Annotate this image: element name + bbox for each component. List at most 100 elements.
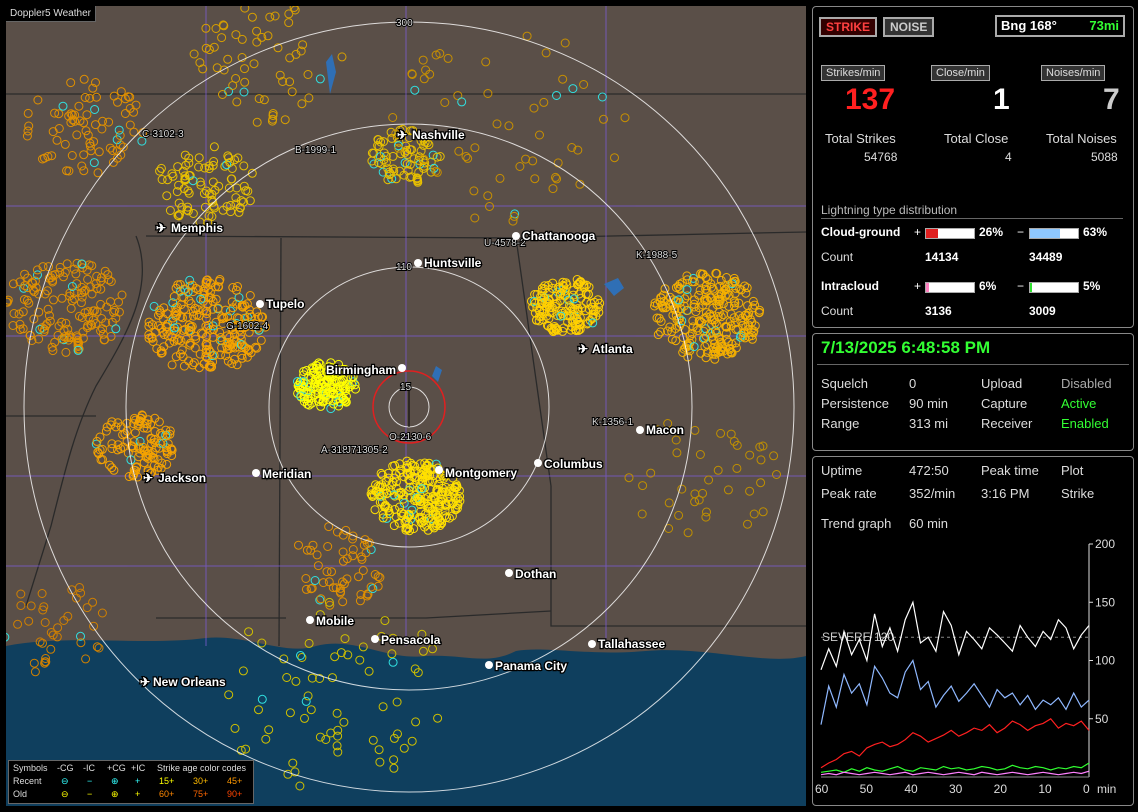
- x-tick-label: 50: [860, 782, 874, 796]
- radar-map[interactable]: 300 110 15 C-3102-3 B-1999-1 U-4578-2 K-…: [6, 6, 806, 806]
- legend-old-label: Old: [13, 789, 28, 799]
- uptime-label: Uptime: [821, 463, 863, 478]
- storm-label-c3102[interactable]: C-3102-3: [141, 128, 185, 141]
- svg-text:Birmingham: Birmingham: [326, 363, 396, 377]
- storm-label-k1356[interactable]: K-1356-1: [591, 416, 635, 429]
- capture-value[interactable]: Active: [1061, 396, 1096, 411]
- peak-rate-label: Peak rate: [821, 486, 877, 501]
- storm-label-k1988[interactable]: K-1988-5: [635, 249, 679, 262]
- divider: [821, 218, 1123, 219]
- ring-label-300: 300: [396, 18, 413, 29]
- neg-cg-recent-icon: ⊖: [61, 776, 69, 786]
- upload-label: Upload: [981, 376, 1023, 391]
- city-dot: [505, 569, 513, 577]
- total-noises-label: Total Noises: [1046, 131, 1117, 146]
- age-45-label: 45+: [227, 776, 243, 786]
- svg-text:Montgomery: Montgomery: [445, 466, 517, 480]
- receiver-value[interactable]: Enabled: [1061, 416, 1109, 431]
- divider: [817, 364, 1129, 365]
- legend-neg-ic-label: -IC: [83, 763, 95, 773]
- ic-plus-bar: [925, 282, 975, 293]
- city-atlanta: ✈ Atlanta: [577, 341, 634, 358]
- city-dot: [512, 232, 520, 240]
- storm-label-j71305[interactable]: J71305-2: [345, 444, 389, 457]
- city-birmingham: Birmingham: [325, 362, 406, 378]
- city-new-orleans: ✈ New Orleans: [139, 674, 228, 691]
- svg-text:Pensacola: Pensacola: [381, 633, 441, 647]
- bearing-value: Bng 168°: [1001, 18, 1057, 33]
- noises-min-header: Noises/min: [1041, 65, 1106, 81]
- trend-series-line: [820, 659, 1090, 725]
- pos-cg-recent-icon: ⊕: [111, 776, 119, 786]
- strike-mode-button[interactable]: STRIKE: [819, 17, 878, 37]
- capture-label: Capture: [981, 396, 1028, 411]
- strikes-min-header: Strikes/min: [821, 65, 886, 81]
- symbol-legend: Symbols -CG -IC +CG +IC Strike age color…: [8, 760, 254, 804]
- trend-graph-label: Trend graph: [821, 516, 892, 531]
- upload-value[interactable]: Disabled: [1061, 376, 1112, 391]
- neg-cg-old-icon: ⊖: [61, 789, 69, 799]
- total-close-value: 4: [1005, 150, 1012, 164]
- city-dot: [256, 300, 264, 308]
- city-dot: [398, 364, 406, 372]
- ic-plus-pct: 6%: [979, 279, 997, 293]
- storm-label-g1602[interactable]: G-1602-4: [225, 320, 270, 333]
- ic-plus-count: 3136: [925, 304, 952, 318]
- plot-label: Plot: [1061, 463, 1084, 478]
- svg-text:Tallahassee: Tallahassee: [598, 637, 665, 651]
- x-tick-label: 10: [1038, 782, 1052, 796]
- peak-time-value: 3:16 PM: [981, 486, 1030, 501]
- plot-value[interactable]: Strike: [1061, 486, 1094, 501]
- svg-text:Columbus: Columbus: [544, 457, 603, 471]
- city-dot: [636, 426, 644, 434]
- total-close-label: Total Close: [944, 131, 1009, 146]
- cg-minus-count: 34489: [1029, 250, 1063, 264]
- svg-text:Memphis: Memphis: [171, 221, 223, 235]
- svg-text:Nashville: Nashville: [412, 128, 465, 142]
- x-unit-label: min: [1097, 782, 1116, 796]
- svg-text:Meridian: Meridian: [262, 467, 311, 481]
- noise-mode-button[interactable]: NOISE: [883, 17, 935, 37]
- y-tick-label: 50: [1095, 712, 1109, 726]
- total-strikes-label: Total Strikes: [825, 131, 896, 146]
- distribution-title: Lightning type distribution: [821, 203, 958, 217]
- app-title: Doppler5 Weather: [6, 6, 96, 22]
- distance-value: 73mi: [1089, 18, 1119, 33]
- storm-label-a318[interactable]: A-318: [320, 444, 349, 457]
- cg-plus-bar: [925, 228, 975, 239]
- svg-text:Tupelo: Tupelo: [266, 297, 304, 311]
- persistence-value: 90 min: [909, 396, 949, 411]
- city-dot: [485, 661, 493, 669]
- close-min-value: 1: [993, 83, 1010, 116]
- receiver-label: Receiver: [981, 416, 1033, 431]
- svg-text:Jackson: Jackson: [158, 471, 206, 485]
- ic-minus-bar: [1029, 282, 1079, 293]
- city-dot: [306, 616, 314, 624]
- svg-text:Huntsville: Huntsville: [424, 256, 482, 270]
- x-tick-label: 40: [904, 782, 918, 796]
- trend-chart: 20015010050SEVERE 12060 50 40 30 20 10 0 min: [815, 537, 1116, 796]
- trend-graph-value[interactable]: 60 min: [909, 516, 948, 531]
- neg-ic-recent-icon: −: [87, 776, 93, 786]
- cg-plus-count: 14134: [925, 250, 959, 264]
- storm-label-o2130[interactable]: O-2130-6: [388, 431, 433, 444]
- svg-text:Chattanooga: Chattanooga: [522, 229, 596, 243]
- age-60-label: 60+: [159, 789, 175, 799]
- svg-text:New Orleans: New Orleans: [153, 675, 226, 689]
- city-dot: [534, 459, 542, 467]
- city-huntsville: Huntsville: [414, 255, 483, 271]
- cg-plus-pct: 26%: [979, 225, 1004, 239]
- ic-count-label: Count: [821, 304, 854, 318]
- storm-label-b1999[interactable]: B-1999-1: [294, 144, 338, 157]
- city-columbus: Columbus: [534, 456, 604, 472]
- trend-series-line: [820, 762, 1090, 773]
- age-75-label: 75+: [193, 789, 209, 799]
- persistence-label: Persistence: [821, 396, 889, 411]
- airport-icon: ✈: [143, 471, 153, 485]
- pos-cg-old-icon: ⊕: [111, 789, 119, 799]
- total-noises-value: 5088: [1091, 150, 1118, 164]
- x-tick-label: 60: [815, 782, 829, 796]
- city-chattanooga: Chattanooga: [512, 228, 597, 244]
- storm-label-u4578[interactable]: U-4578-2: [483, 237, 527, 250]
- datetime-readout: 7/13/2025 6:48:58 PM: [821, 338, 991, 357]
